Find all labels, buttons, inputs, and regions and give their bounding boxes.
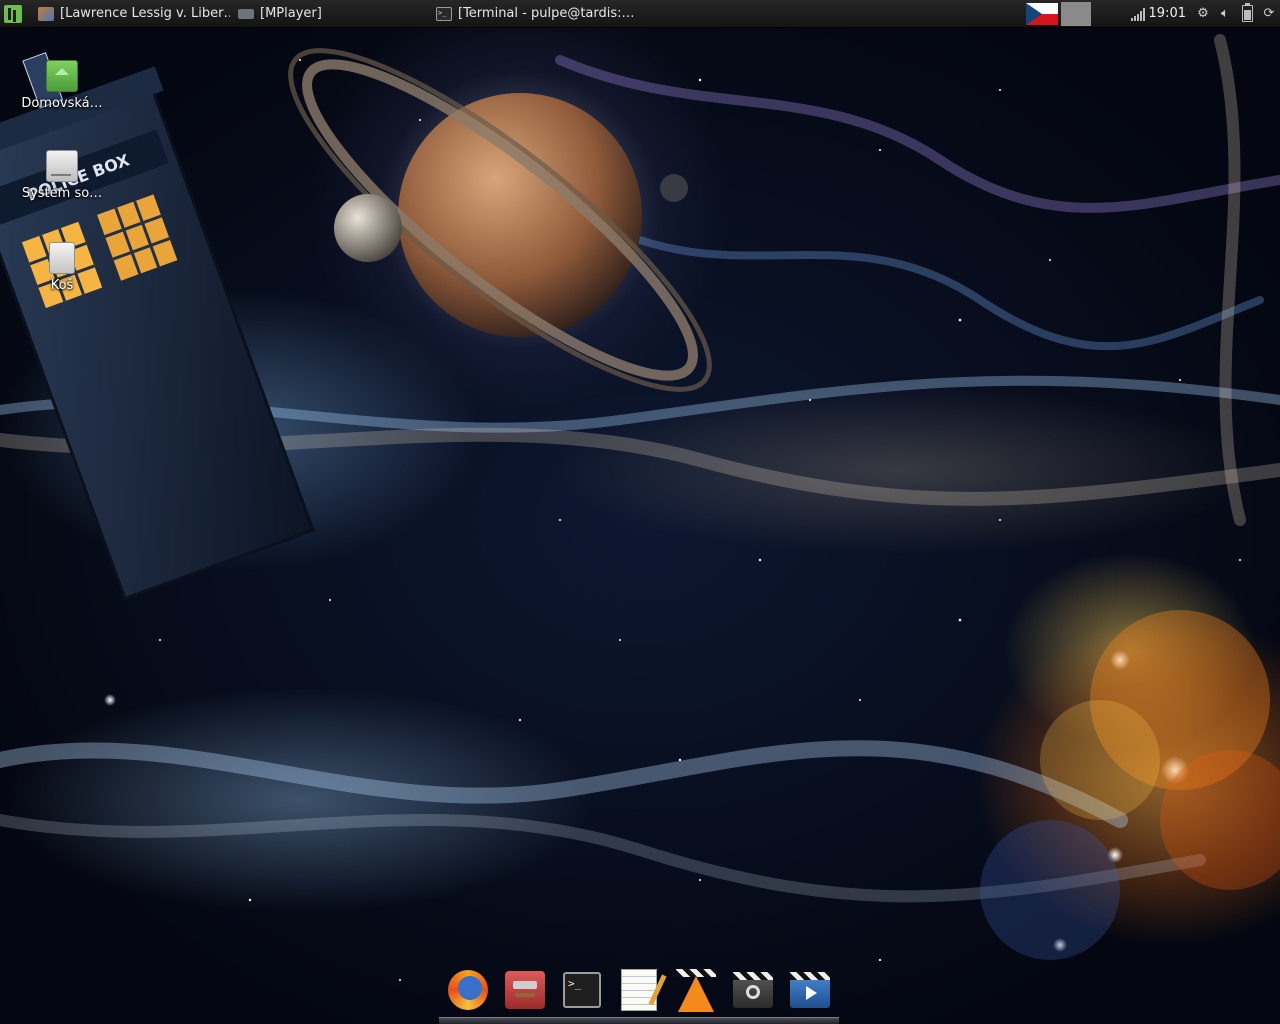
clock[interactable]: 19:01	[1149, 6, 1186, 21]
battery-icon[interactable]	[1239, 3, 1255, 22]
window-icon	[238, 8, 254, 19]
taskbar-item-label: [Lawrence Lessig v. Liber…	[60, 6, 230, 21]
taskbar-item-label: [Terminal - pulpe@tardis:…	[458, 6, 635, 21]
terminal-icon	[436, 6, 452, 21]
browser-icon	[38, 6, 54, 21]
dock-item-firefox[interactable]	[444, 967, 492, 1013]
desktop-icon-home[interactable]: Domovská…	[14, 60, 110, 111]
application-dock: >_	[439, 962, 839, 1024]
settings-gear-icon[interactable]: ⚙	[1195, 6, 1211, 22]
signal-icon[interactable]	[1130, 6, 1146, 22]
steam-icon	[733, 972, 773, 1008]
firefox-icon	[448, 970, 488, 1010]
home-folder-icon	[46, 60, 78, 92]
trash-icon	[49, 242, 75, 274]
power-icon[interactable]: ⟳	[1261, 6, 1277, 22]
space-scene: POLICE BOX	[0, 34, 1280, 981]
workspace-switcher[interactable]	[1060, 1, 1091, 26]
dock-item-tools[interactable]	[501, 967, 549, 1013]
vlc-icon	[678, 976, 714, 1012]
taskbar-item-browser[interactable]: [Lawrence Lessig v. Liber…	[30, 0, 230, 27]
applications-menu-button[interactable]	[0, 0, 26, 27]
desktop-icon-label: Systém so…	[21, 186, 103, 201]
video-player-icon	[790, 972, 830, 1008]
dock-item-video-player[interactable]	[786, 967, 834, 1013]
desktop-icon-trash[interactable]: Koš	[14, 242, 110, 293]
text-editor-icon	[621, 969, 657, 1011]
desktop-icon-label: Koš	[50, 278, 74, 293]
volume-icon[interactable]: 🔈︎	[1217, 6, 1233, 22]
tools-icon	[505, 971, 545, 1009]
dock-item-steam[interactable]	[729, 967, 777, 1013]
dock-item-vlc[interactable]	[672, 967, 720, 1013]
menu-logo-icon	[4, 4, 22, 23]
drive-icon	[46, 150, 78, 182]
desktop-icon-filesystem[interactable]: Systém so…	[14, 150, 110, 201]
taskbar-item-mplayer[interactable]: [MPlayer]	[230, 0, 428, 27]
ringed-planet	[288, 48, 712, 392]
desktop-icon-label: Domovská…	[21, 96, 103, 111]
desktop-wallpaper: POLICE BOX	[0, 0, 1280, 1024]
dock-item-text-editor[interactable]	[615, 967, 663, 1013]
taskbar-item-terminal[interactable]: [Terminal - pulpe@tardis:…	[428, 0, 638, 27]
system-tray: 19:01 ⚙ 🔈︎ ⟳	[1025, 0, 1280, 27]
top-panel: [Lawrence Lessig v. Liber… [MPlayer] [Te…	[0, 0, 1280, 28]
dock-item-terminal[interactable]: >_	[558, 967, 606, 1013]
terminal-icon: >_	[563, 972, 601, 1008]
keyboard-layout-flag-icon[interactable]	[1025, 2, 1058, 25]
taskbar-item-label: [MPlayer]	[260, 6, 322, 21]
